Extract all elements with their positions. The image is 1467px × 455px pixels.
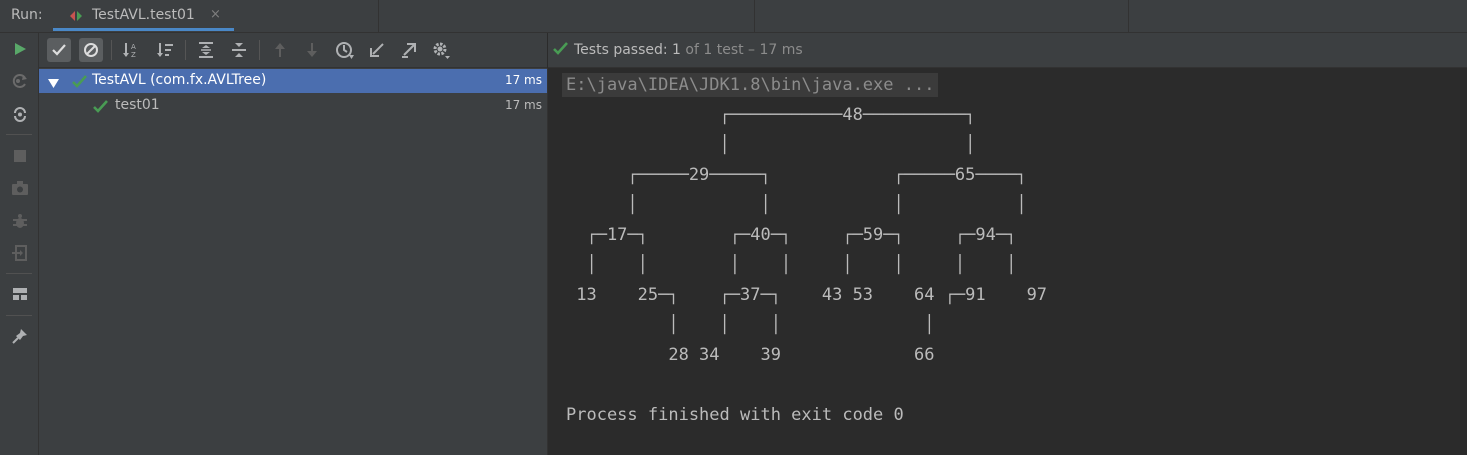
console-tree-line: │ │: [566, 135, 976, 155]
console-finish-line: Process finished with exit code 0: [566, 405, 904, 425]
collapse-all-icon[interactable]: [227, 38, 251, 62]
layout-icon[interactable]: [9, 283, 31, 305]
console-tree-line: ┌───────────48──────────┐: [566, 105, 976, 125]
status-passed-label: Tests passed:: [574, 42, 668, 58]
status-count: 1: [672, 42, 681, 58]
history-icon[interactable]: [333, 38, 357, 62]
import-icon[interactable]: [365, 38, 389, 62]
run-side-toolbar: [0, 33, 39, 455]
check-icon: [72, 74, 87, 93]
console-tree-line: ┌─────29─────┐ ┌─────65────┐: [566, 165, 1027, 185]
rerun-failed-icon[interactable]: [9, 70, 31, 92]
exit-icon[interactable]: [9, 242, 31, 264]
check-icon: [553, 41, 568, 60]
tab-title: TestAVL.test01: [92, 7, 195, 23]
toolbar-divider: [259, 40, 260, 60]
show-passed-icon[interactable]: [47, 38, 71, 62]
tree-child-label: test01: [115, 97, 160, 113]
check-icon: [93, 99, 108, 118]
run-label: Run:: [11, 7, 43, 23]
close-icon[interactable]: ×: [210, 7, 221, 22]
toolbar-divider: [6, 273, 32, 274]
test-results-toolbar: AZ: [39, 33, 547, 68]
svg-text:Z: Z: [131, 51, 136, 59]
console-tree-line: 28 34 39 66: [566, 345, 935, 365]
run-tool-window-header: Run: TestAVL.test01 ×: [0, 0, 1467, 33]
tab-active-indicator: [53, 28, 234, 31]
expand-arrow-icon[interactable]: [48, 76, 59, 92]
export-icon[interactable]: [397, 38, 421, 62]
tab-testavl-test01[interactable]: TestAVL.test01 ×: [53, 0, 234, 31]
svg-text:A: A: [131, 43, 136, 51]
show-ignored-icon[interactable]: [79, 38, 103, 62]
tree-row-test01[interactable]: test01 17 ms: [39, 94, 547, 118]
toolbar-divider: [6, 134, 32, 135]
toggle-autotest-icon[interactable]: [9, 103, 31, 125]
console-tree-line: │ │ │ │: [566, 195, 1027, 215]
console-tree-line: │ │ │ │ │ │ │ │: [566, 255, 1017, 275]
console-tree-line: ┌─17─┐ ┌─40─┐ ┌─59─┐ ┌─94─┐: [566, 225, 1017, 245]
sort-duration-icon[interactable]: [153, 38, 177, 62]
toolbar-divider: [111, 40, 112, 60]
rerun-icon[interactable]: [9, 38, 31, 60]
header-divider: [378, 0, 379, 32]
header-divider: [1128, 0, 1129, 32]
status-detail: of 1 test – 17 ms: [685, 42, 803, 58]
tree-root-time: 17 ms: [504, 73, 542, 87]
debug-icon[interactable]: [9, 210, 31, 232]
test-tree: TestAVL (com.fx.AVLTree) 17 ms test01 17…: [39, 68, 548, 455]
tree-root-label: TestAVL (com.fx.AVLTree): [92, 72, 267, 88]
console-command[interactable]: E:\java\IDEA\JDK1.8\bin\java.exe ...: [562, 73, 939, 97]
expand-all-icon[interactable]: [194, 38, 218, 62]
stop-icon[interactable]: [9, 145, 31, 167]
camera-icon[interactable]: [9, 177, 31, 199]
toolbar-divider: [6, 315, 32, 316]
console-output[interactable]: E:\java\IDEA\JDK1.8\bin\java.exe ... ┌──…: [548, 68, 1467, 455]
header-divider: [754, 0, 755, 32]
console-tree-line: │ │ │ │: [566, 315, 935, 335]
next-failed-icon[interactable]: [300, 38, 324, 62]
prev-failed-icon[interactable]: [268, 38, 292, 62]
tree-row-testavl[interactable]: TestAVL (com.fx.AVLTree) 17 ms: [39, 69, 547, 93]
pin-icon[interactable]: [9, 325, 31, 347]
test-status: Tests passed: 1 of 1 test – 17 ms: [553, 41, 803, 60]
test-status-bar: Tests passed: 1 of 1 test – 17 ms: [548, 33, 1467, 68]
tree-child-time: 17 ms: [504, 98, 542, 112]
sort-alpha-icon[interactable]: AZ: [119, 38, 143, 62]
console-tree-line: 13 25─┐ ┌─37─┐ 43 53 64 ┌─91 97: [566, 285, 1048, 305]
run-config-icon: [69, 8, 83, 22]
settings-icon[interactable]: [429, 38, 453, 62]
toolbar-divider: [185, 40, 186, 60]
